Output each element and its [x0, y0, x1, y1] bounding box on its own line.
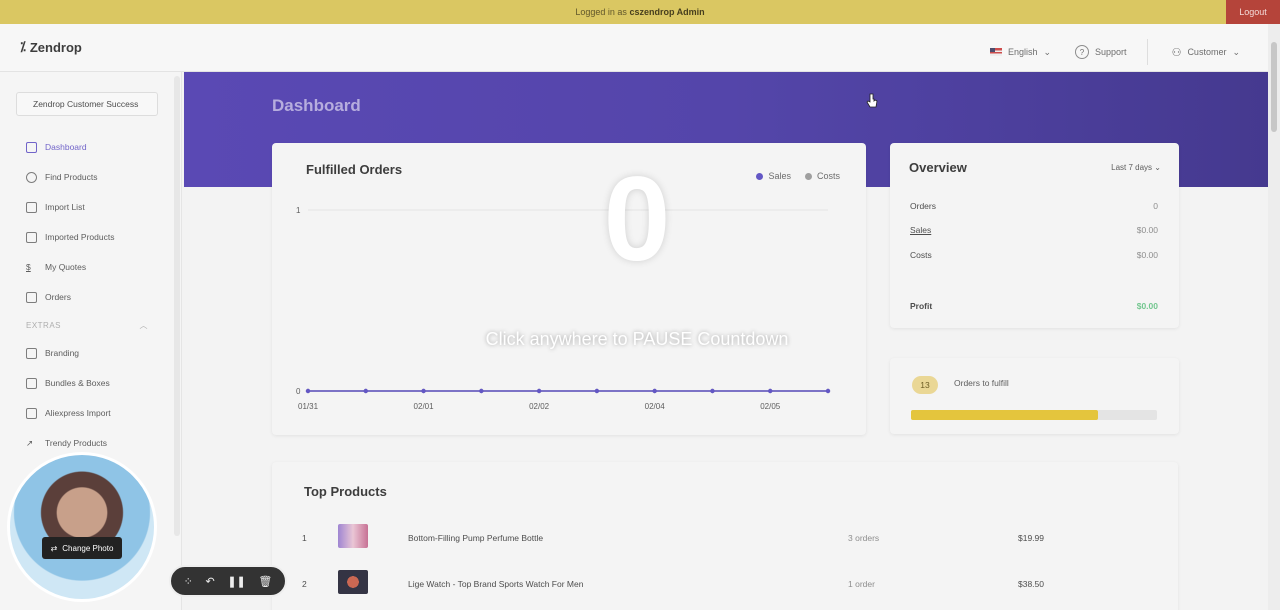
swap-icon: ⇄: [50, 543, 58, 553]
sidebar-item-label: Trendy Products: [45, 438, 108, 448]
recording-controls: ⁘ ↶ ❚❚ 🗑: [169, 565, 287, 597]
y-tick-label: 0: [296, 387, 301, 396]
sidebar-item-label: Aliexpress Import: [45, 408, 111, 418]
sidebar-item-aliexpress-import[interactable]: Aliexpress Import: [26, 398, 148, 428]
data-point: [768, 388, 773, 394]
trash-icon[interactable]: 🗑: [258, 575, 272, 588]
logo-text: Zendrop: [29, 39, 82, 55]
help-icon: ?: [1075, 45, 1090, 59]
profit-value: $0.00: [1136, 301, 1158, 311]
product-orders: 1 order: [848, 579, 875, 589]
support-link[interactable]: ? Support: [1075, 45, 1127, 59]
x-tick-label: 02/05: [760, 402, 781, 411]
row-label: Profit: [910, 301, 933, 311]
logo[interactable]: ⁒ Zendrop: [20, 39, 82, 55]
clipboard-icon: [26, 291, 37, 303]
logo-icon: ⁒: [20, 39, 26, 54]
chevron-down-icon: ⌄: [1043, 46, 1052, 57]
account-label: Customer: [1187, 47, 1227, 57]
data-point: [305, 388, 311, 394]
data-point: [536, 388, 542, 394]
top-bar: ⁒ Zendrop English ⌄ ? Support ⚇ Customer…: [0, 24, 1268, 72]
box-icon: [26, 377, 37, 389]
x-tick-label: 02/02: [529, 402, 550, 411]
product-name[interactable]: Lige Watch - Top Brand Sports Watch For …: [408, 579, 583, 589]
product-price: $38.50: [1018, 579, 1044, 589]
banner-user: cszendrop Admin: [629, 7, 705, 17]
product-name[interactable]: Bottom-Filling Pump Perfume Bottle: [408, 533, 543, 543]
count-badge: 13: [912, 376, 938, 394]
card-title: Top Products: [304, 484, 387, 499]
x-tick-label: 01/31: [298, 402, 319, 411]
product-rank: 2: [302, 579, 307, 589]
us-flag-icon: [989, 48, 1002, 56]
data-point: [421, 388, 426, 394]
product-row[interactable]: 2 Lige Watch - Top Brand Sports Watch Fo…: [302, 570, 1062, 600]
impersonation-banner: Logged in as cszendrop Admin: [0, 0, 1280, 24]
sidebar-scrollbar[interactable]: [174, 76, 180, 536]
countdown-number: 0: [603, 152, 671, 286]
top-products-card: Top Products 1 Bottom-Filling Pump Perfu…: [272, 462, 1178, 610]
sidebar-item-label: Orders: [45, 292, 71, 302]
drag-handle-icon[interactable]: ⁘: [184, 575, 193, 588]
data-point: [363, 388, 368, 394]
change-photo-button[interactable]: ⇄ Change Photo: [42, 537, 122, 559]
product-rank: 1: [302, 533, 307, 543]
product-thumbnail[interactable]: [338, 570, 368, 594]
x-tick-label: 02/01: [414, 402, 435, 411]
hand-cursor-icon: [866, 93, 878, 108]
sidebar-item-bundles[interactable]: Bundles & Boxes: [26, 368, 148, 398]
product-row[interactable]: 1 Bottom-Filling Pump Perfume Bottle 3 o…: [302, 524, 1062, 554]
language-selector[interactable]: English ⌄: [989, 46, 1052, 58]
undo-icon[interactable]: ↶: [205, 575, 214, 588]
banner-prefix: Logged in as: [575, 7, 627, 17]
logout-button[interactable]: Logout: [1226, 0, 1280, 24]
account-selector[interactable]: Zendrop Customer Success: [16, 92, 158, 116]
trend-icon: ↗: [26, 437, 34, 448]
data-point: [710, 388, 715, 394]
product-price: $19.99: [1018, 533, 1044, 543]
data-point: [594, 388, 600, 394]
product-thumbnail[interactable]: [338, 524, 368, 548]
fulfill-progress-bar: [911, 410, 1157, 420]
import-icon: [26, 407, 37, 419]
divider: [1146, 39, 1148, 65]
orders-to-fulfill-card[interactable]: 13 Orders to fulfill: [890, 358, 1179, 434]
account-menu[interactable]: ⚇ Customer ⌄: [1172, 46, 1240, 59]
orders-to-fulfill-label: Orders to fulfill: [954, 378, 1009, 388]
webcam-bubble[interactable]: [7, 452, 157, 602]
scrollbar-thumb[interactable]: [1271, 42, 1277, 132]
change-photo-label: Change Photo: [62, 543, 114, 553]
data-point: [479, 388, 484, 394]
page-title: Dashboard: [272, 96, 361, 115]
user-icon: ⚇: [1171, 46, 1182, 59]
data-point: [652, 388, 657, 394]
data-point: [825, 388, 831, 394]
overview-row-profit: Profit $0.00: [910, 301, 1158, 311]
pause-countdown-message[interactable]: Click anywhere to PAUSE Countdown: [0, 329, 1274, 350]
fulfill-progress-fill: [911, 410, 1098, 420]
pause-icon[interactable]: ❚❚: [227, 575, 245, 588]
page-scrollbar[interactable]: [1268, 24, 1280, 610]
chevron-down-icon: ⌄: [1232, 46, 1240, 57]
sidebar-item-label: Bundles & Boxes: [45, 378, 110, 388]
product-orders: 3 orders: [848, 533, 880, 543]
language-label: English: [1007, 47, 1038, 57]
support-label: Support: [1095, 47, 1127, 57]
x-tick-label: 02/04: [645, 402, 666, 411]
